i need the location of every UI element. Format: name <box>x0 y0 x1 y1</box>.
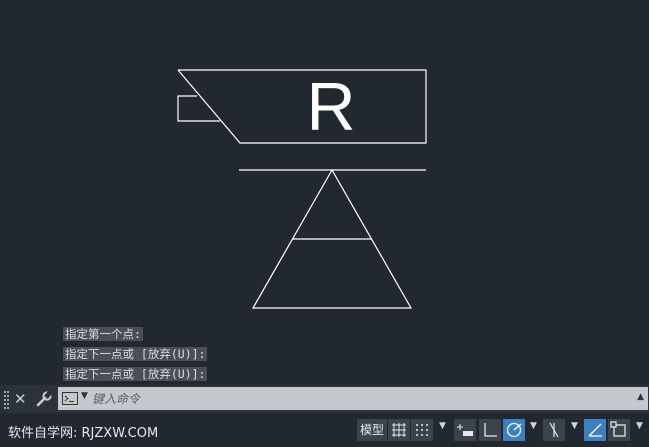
isodraft-icon[interactable] <box>543 419 565 441</box>
command-bar: ✕ ▼ ▲ <box>0 385 649 413</box>
history-line: 指定下一点或 [放弃(U)]: <box>63 347 208 361</box>
r-label: R <box>306 69 355 145</box>
watermark-text: 软件自学网: RJZXW.COM <box>8 426 159 441</box>
model-button[interactable]: 模型 <box>357 419 387 441</box>
chevron-down-icon[interactable]: ▼ <box>636 421 643 431</box>
command-history: 指定第一个点: 指定下一点或 [放弃(U)]: 指定下一点或 [放弃(U)]: <box>63 327 208 387</box>
polar-tracking-icon[interactable] <box>503 419 525 441</box>
chevron-down-icon[interactable]: ▼ <box>571 421 578 431</box>
object-snap-tracking-icon[interactable] <box>584 419 606 441</box>
ortho-icon[interactable] <box>479 419 501 441</box>
command-input[interactable] <box>92 389 612 408</box>
close-icon[interactable]: ✕ <box>14 390 27 408</box>
drag-handle-icon[interactable] <box>4 391 9 409</box>
command-input-box[interactable]: ▼ ▲ <box>58 387 648 410</box>
command-prompt-icon[interactable] <box>62 392 78 405</box>
chevron-down-icon[interactable]: ▼ <box>439 421 446 431</box>
flag-tab <box>177 95 220 122</box>
wrench-icon[interactable] <box>35 390 53 408</box>
history-line: 指定下一点或 [放弃(U)]: <box>63 367 208 381</box>
dynamic-input-icon[interactable] <box>454 419 476 441</box>
chevron-up-icon[interactable]: ▲ <box>637 392 644 402</box>
object-snap-icon[interactable] <box>608 419 630 441</box>
chevron-down-icon[interactable]: ▼ <box>530 421 537 431</box>
grid-icon[interactable] <box>388 419 410 441</box>
status-bar: 软件自学网: RJZXW.COM 模型 ▼ ▼ ▼ ▼ <box>0 413 649 447</box>
flag-outline <box>177 69 427 144</box>
snap-grid-icon[interactable] <box>411 419 433 441</box>
chevron-down-icon[interactable]: ▼ <box>81 391 88 401</box>
history-line: 指定第一个点: <box>63 327 143 341</box>
